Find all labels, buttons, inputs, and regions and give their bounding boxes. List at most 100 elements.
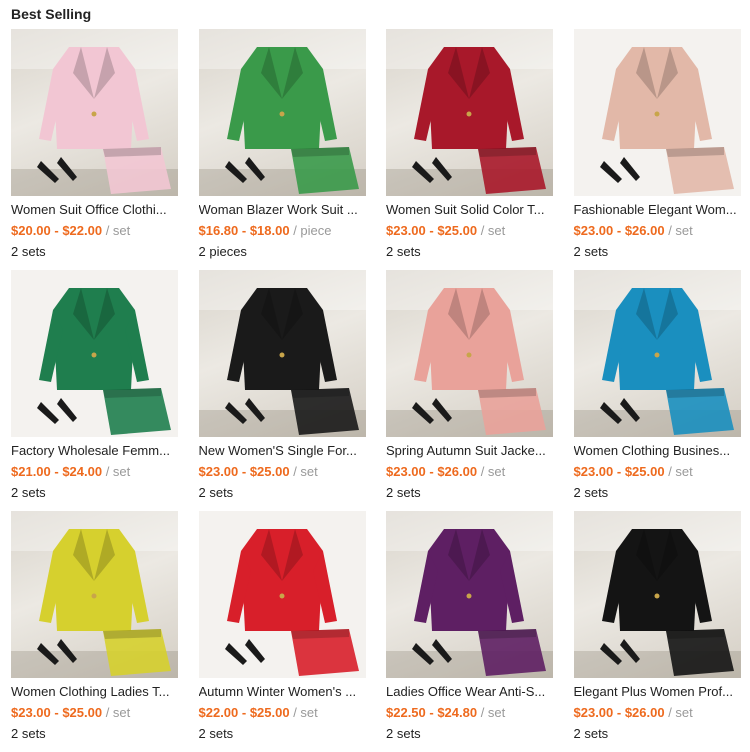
jacket-shape — [615, 47, 698, 149]
price-row: $22.00 - $25.00 / set — [199, 705, 318, 721]
left-shoe-shape — [599, 161, 622, 183]
min-order: 2 sets — [386, 485, 421, 500]
button-shape — [654, 593, 659, 599]
price-unit: / set — [293, 464, 318, 479]
jacket-shape — [53, 288, 135, 390]
product-price: $22.50 - $24.80 — [386, 705, 478, 720]
product-price: $23.00 - $25.00 — [198, 464, 290, 479]
suit-illustration — [37, 288, 171, 435]
jacket-shape — [240, 529, 323, 631]
jacket-shape — [240, 288, 323, 390]
jacket-shape — [428, 288, 510, 390]
product-name[interactable]: Spring Autumn Suit Jacke... — [386, 443, 553, 459]
product-image[interactable] — [573, 270, 741, 437]
price-row: $22.50 - $24.80 / set — [386, 705, 505, 721]
product-card[interactable]: Spring Autumn Suit Jacke... $23.00 - $26.… — [386, 270, 553, 511]
product-card[interactable]: New Women'S Single For... $23.00 - $25.00… — [198, 270, 366, 511]
product-image[interactable] — [573, 511, 741, 678]
product-price: $22.00 - $25.00 — [198, 705, 290, 720]
product-name[interactable]: New Women'S Single For... — [199, 443, 366, 459]
product-price: $21.00 - $24.00 — [11, 464, 103, 479]
price-unit: / set — [480, 464, 506, 479]
product-card[interactable]: Women Clothing Busines... $23.00 - $25.00… — [573, 270, 741, 511]
product-name[interactable]: Ladies Office Wear Anti-S... — [386, 684, 553, 700]
product-name[interactable]: Women Clothing Busines... — [574, 443, 741, 459]
product-image[interactable] — [11, 270, 178, 437]
suit-illustration — [573, 270, 741, 437]
button-shape — [466, 593, 472, 599]
min-order: 2 sets — [198, 485, 234, 500]
product-image[interactable] — [11, 29, 178, 196]
product-card[interactable]: Autumn Winter Women's ... $22.00 - $25.00… — [198, 511, 366, 752]
product-name[interactable]: Woman Blazer Work Suit ... — [199, 202, 366, 218]
button-shape — [91, 352, 97, 358]
price-row: $23.00 - $26.00 / set — [386, 464, 505, 480]
product-price: $16.80 - $18.00 — [198, 223, 290, 238]
price-row: $21.00 - $24.00 / set — [11, 464, 130, 480]
min-order: 2 sets — [573, 244, 609, 259]
button-shape — [279, 593, 284, 599]
suit-illustration — [198, 270, 366, 437]
product-image[interactable] — [198, 511, 366, 678]
product-name[interactable]: Women Suit Solid Color T... — [386, 202, 553, 218]
product-price: $20.00 - $22.00 — [11, 223, 103, 238]
price-unit: / set — [105, 223, 131, 238]
min-order: 2 sets — [11, 485, 46, 500]
product-name[interactable]: Factory Wholesale Femm... — [11, 443, 178, 459]
product-price: $23.00 - $25.00 — [11, 705, 103, 720]
price-row: $23.00 - $25.00 / set — [11, 705, 130, 721]
product-image[interactable] — [11, 511, 178, 678]
price-unit: / set — [105, 464, 131, 479]
left-shoe-shape — [224, 643, 247, 665]
product-image[interactable] — [386, 511, 553, 678]
min-order: 2 sets — [386, 244, 421, 259]
product-name[interactable]: Women Clothing Ladies T... — [11, 684, 178, 700]
price-unit: / set — [668, 223, 693, 238]
price-unit: / set — [480, 705, 506, 720]
suit-illustration — [386, 29, 553, 196]
product-card[interactable]: Factory Wholesale Femm... $21.00 - $24.00… — [11, 270, 178, 511]
product-card[interactable]: Elegant Plus Women Prof... $23.00 - $26.0… — [573, 511, 741, 752]
product-card[interactable]: Ladies Office Wear Anti-S... $22.50 - $24… — [386, 511, 553, 752]
product-image[interactable] — [198, 270, 366, 437]
button-shape — [466, 111, 472, 117]
suit-illustration — [198, 29, 366, 196]
price-row: $23.00 - $25.00 / set — [199, 464, 318, 480]
jacket-shape — [240, 47, 323, 149]
product-price: $23.00 - $26.00 — [573, 705, 665, 720]
product-price: $23.00 - $25.00 — [573, 464, 665, 479]
product-name[interactable]: Fashionable Elegant Wom... — [574, 202, 741, 218]
product-image[interactable] — [198, 29, 366, 196]
product-image[interactable] — [386, 270, 553, 437]
min-order: 2 sets — [11, 244, 46, 259]
product-image[interactable] — [386, 29, 553, 196]
price-row: $23.00 - $26.00 / set — [574, 705, 693, 721]
product-grid: Women Suit Office Clothi... $20.00 - $22.… — [11, 29, 741, 752]
product-card[interactable]: Fashionable Elegant Wom... $23.00 - $26.0… — [573, 29, 741, 270]
price-unit: / piece — [293, 223, 332, 238]
min-order: 2 sets — [11, 726, 46, 741]
product-name[interactable]: Elegant Plus Women Prof... — [574, 684, 741, 700]
min-order: 2 sets — [573, 726, 609, 741]
suit-illustration — [11, 511, 178, 678]
price-unit: / set — [105, 705, 131, 720]
jacket-shape — [428, 529, 510, 631]
product-card[interactable]: Woman Blazer Work Suit ... $16.80 - $18.0… — [198, 29, 366, 270]
price-row: $16.80 - $18.00 / piece — [199, 223, 332, 239]
suit-illustration — [224, 529, 359, 676]
product-name[interactable]: Women Suit Office Clothi... — [11, 202, 178, 218]
suit-illustration — [599, 47, 734, 194]
product-card[interactable]: Women Suit Office Clothi... $20.00 - $22.… — [11, 29, 178, 270]
product-card[interactable]: Women Suit Solid Color T... $23.00 - $25.… — [386, 29, 553, 270]
product-image[interactable] — [573, 29, 741, 196]
product-name[interactable]: Autumn Winter Women's ... — [199, 684, 366, 700]
price-unit: / set — [668, 464, 693, 479]
right-shoe-shape — [244, 639, 265, 663]
min-order: 2 sets — [573, 485, 609, 500]
button-shape — [654, 111, 659, 117]
suit-illustration — [11, 29, 178, 196]
min-order: 2 pieces — [198, 244, 247, 259]
product-card[interactable]: Women Clothing Ladies T... $23.00 - $25.0… — [11, 511, 178, 752]
price-row: $23.00 - $26.00 / set — [574, 223, 693, 239]
jacket-shape — [615, 529, 698, 631]
